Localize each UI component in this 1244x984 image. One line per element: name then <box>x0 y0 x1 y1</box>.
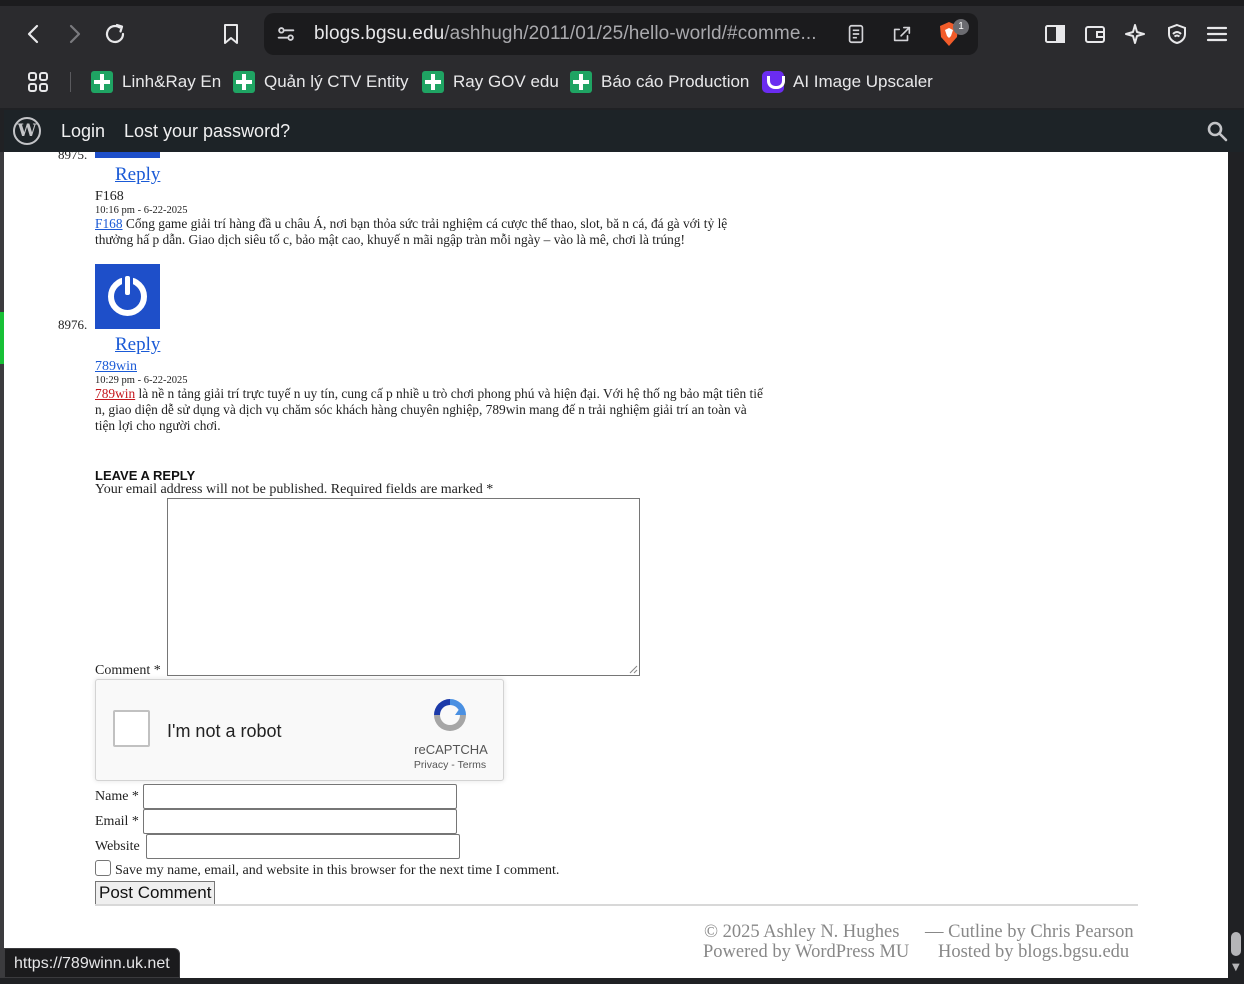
post-comment-button[interactable]: Post Comment <box>95 881 216 905</box>
bookmark-label: Quản lý CTV Entity <box>264 72 409 91</box>
scrollbar-thumb[interactable] <box>1231 932 1241 956</box>
recaptcha-brand: reCAPTCHA <box>414 742 488 757</box>
reply-notes: Your email address will not be published… <box>95 482 494 497</box>
address-bar[interactable]: blogs.bgsu.edu/ashhugh/2011/01/25/hello-… <box>264 13 978 55</box>
recaptcha-checkbox[interactable] <box>113 710 150 747</box>
reader-mode-icon[interactable] <box>844 22 868 46</box>
comment-author[interactable]: 789win <box>95 359 137 375</box>
comment-date: 10:29 pm - 6-22-2025 <box>95 375 188 386</box>
sidebar-toggle-button[interactable] <box>1038 17 1072 51</box>
hamburger-icon <box>1206 26 1228 42</box>
url-text[interactable]: blogs.bgsu.edu/ashhugh/2011/01/25/hello-… <box>314 23 817 45</box>
recaptcha-privacy-terms[interactable]: Privacy - Terms <box>405 759 495 771</box>
sheet-icon <box>570 71 592 93</box>
email-input[interactable] <box>143 809 457 834</box>
bookmark-label: Linh&Ray En <box>122 72 222 91</box>
footer-theme-credit: — Cutline by Chris Pearson <box>925 922 1134 942</box>
recaptcha-logo-icon <box>434 699 466 731</box>
apps-button[interactable] <box>22 66 54 98</box>
site-settings-icon[interactable] <box>274 22 298 46</box>
email-label: Email * <box>95 814 139 829</box>
sparkle-icon <box>1125 24 1145 44</box>
comment-number: 8975. <box>58 152 88 162</box>
bookmark-item[interactable]: Ray GOV edu <box>422 70 559 94</box>
back-arrow-icon <box>27 24 39 44</box>
comment-text: là nề n tảng giải trí trực tuyế n uy tín… <box>95 386 763 433</box>
back-button[interactable] <box>17 17 51 51</box>
comment-date: 10:16 pm - 6-22-2025 <box>95 205 188 216</box>
page-scrollbar[interactable] <box>1228 152 1244 978</box>
wallet-button[interactable] <box>1078 17 1112 51</box>
sheet-icon <box>233 71 255 93</box>
bookmark-label: Báo cáo Production <box>601 72 750 91</box>
status-bar-url: https://789winn.uk.net <box>4 948 180 978</box>
comment-body: 789win là nề n tảng giải trí trực tuyế n… <box>95 386 765 434</box>
ai-icon <box>762 71 785 93</box>
leo-ai-button[interactable] <box>1119 17 1153 51</box>
reply-link[interactable]: Reply <box>115 334 160 356</box>
search-icon[interactable] <box>1206 120 1228 142</box>
wallet-icon <box>1085 26 1105 43</box>
bookmarks-bar: Linh&Ray En Quản lý CTV Entity Ray GOV e… <box>0 64 1244 100</box>
page-content: 8975. Reply F168 10:16 pm - 6-22-2025 F1… <box>4 152 1228 978</box>
shields-count-badge: 1 <box>953 19 969 35</box>
bookmark-item[interactable]: AI Image Upscaler <box>762 70 933 94</box>
reload-button[interactable] <box>98 17 132 51</box>
resize-grip-icon[interactable] <box>628 664 638 674</box>
comment-avatar <box>95 152 160 158</box>
menu-button[interactable] <box>1200 17 1234 51</box>
website-label: Website <box>95 839 140 854</box>
bookmark-label: AI Image Upscaler <box>793 72 933 91</box>
reply-link[interactable]: Reply <box>115 164 160 186</box>
reply-heading: LEAVE A REPLY <box>95 468 196 483</box>
sidebar-icon <box>1045 25 1065 43</box>
comment-link[interactable]: 789win <box>95 386 135 401</box>
save-info-checkbox[interactable] <box>95 860 111 876</box>
shield-icon <box>1168 23 1186 45</box>
bookmark-item[interactable]: Quản lý CTV Entity <box>233 70 409 94</box>
lost-password-link[interactable]: Lost your password? <box>124 121 290 142</box>
footer-copyright: © 2025 Ashley N. Hughes <box>704 922 900 942</box>
browser-toolbar: blogs.bgsu.edu/ashhugh/2011/01/25/hello-… <box>0 0 1244 108</box>
recaptcha-label: I'm not a robot <box>167 721 282 741</box>
reload-icon <box>105 23 125 44</box>
tab-strip-edge <box>0 0 1244 6</box>
name-input[interactable] <box>143 784 457 809</box>
comment-number: 8976. <box>58 317 88 332</box>
bookmark-label: Ray GOV edu <box>453 72 559 91</box>
comment-avatar <box>95 264 160 329</box>
bookmark-page-button[interactable] <box>214 17 248 51</box>
comment-text: Cổng game giải trí hàng đầ u châu Á, nơi… <box>95 216 728 247</box>
comment-body: F168 Cổng game giải trí hàng đầ u châu Á… <box>95 216 765 248</box>
share-icon[interactable] <box>890 22 914 46</box>
vpn-button[interactable] <box>1160 17 1194 51</box>
url-path: /ashhugh/2011/01/25/hello-world/#comme..… <box>444 23 817 44</box>
sheet-icon <box>422 71 444 93</box>
footer-powered-by: Powered by WordPress MU <box>703 942 910 962</box>
avatar-detail <box>125 276 130 295</box>
forward-arrow-icon <box>69 24 81 44</box>
save-info-label: Save my name, email, and website in this… <box>115 863 560 878</box>
recaptcha-widget: I'm not a robot reCAPTCHA Privacy - Term… <box>95 679 504 781</box>
comment-author: F168 <box>95 189 124 204</box>
url-host: blogs.bgsu.edu <box>314 23 445 44</box>
bookmark-item[interactable]: Linh&Ray En <box>91 70 221 94</box>
bookmark-icon <box>224 24 238 44</box>
login-link[interactable]: Login <box>61 121 105 142</box>
bookmark-item[interactable]: Báo cáo Production <box>570 70 749 94</box>
sheet-icon <box>91 71 113 93</box>
wordpress-logo-icon[interactable]: W <box>13 117 41 145</box>
bookmarks-divider <box>70 72 71 92</box>
name-label: Name * <box>95 789 139 804</box>
wp-admin-bar: W Login Lost your password? <box>4 110 1244 152</box>
footer-divider <box>95 904 1138 906</box>
scroll-down-icon[interactable]: ▼ <box>1232 962 1240 973</box>
forward-button[interactable] <box>57 17 91 51</box>
website-input[interactable] <box>146 834 460 859</box>
footer-hosted-by: Hosted by blogs.bgsu.edu <box>938 942 1130 962</box>
apps-grid-icon <box>28 72 48 92</box>
comment-link[interactable]: F168 <box>95 216 123 231</box>
comment-textarea[interactable] <box>167 498 640 676</box>
comment-label: Comment * <box>95 663 161 678</box>
